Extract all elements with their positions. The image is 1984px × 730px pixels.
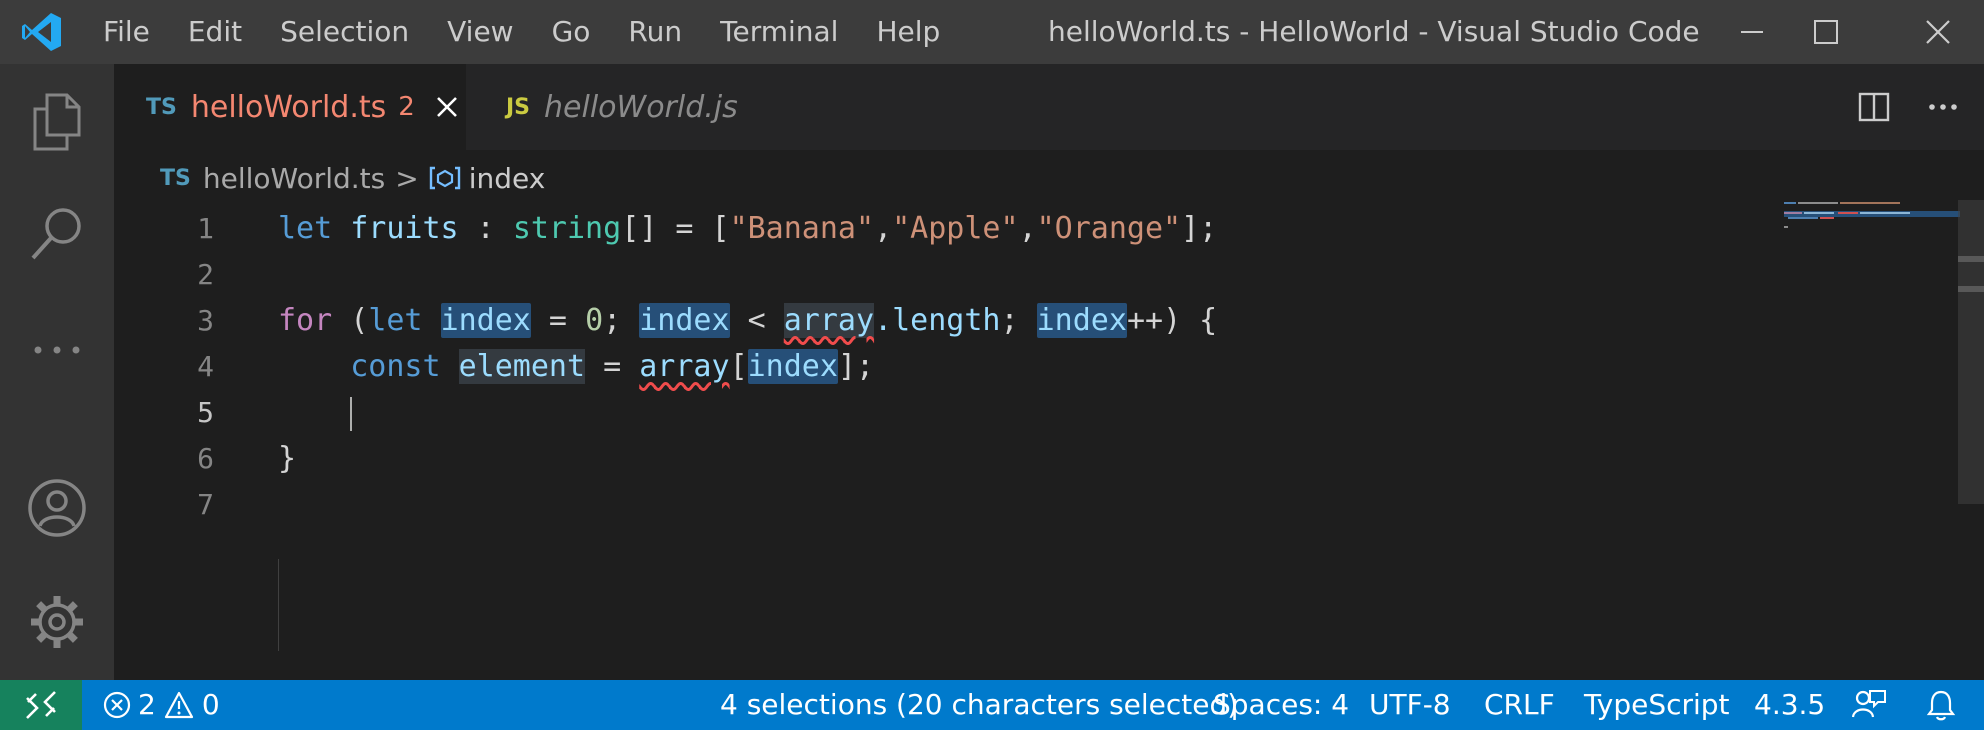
breadcrumb-file[interactable]: helloWorld.ts (203, 162, 385, 195)
breadcrumb-separator: > (395, 161, 419, 195)
code-line: 6 } (114, 436, 1874, 482)
feedback-icon[interactable] (1852, 680, 1886, 730)
typescript-version[interactable]: 4.3.5 (1754, 680, 1825, 730)
more-icon[interactable] (0, 300, 114, 400)
editor-actions (1858, 64, 1984, 150)
selection-status[interactable]: 4 selections (20 characters selected) (720, 680, 1238, 730)
selection-highlight: index (639, 303, 730, 338)
scrollbar-marker (1958, 286, 1984, 292)
title-bar: File Edit Selection View Go Run Terminal… (0, 0, 1984, 64)
text-cursor (350, 396, 353, 431)
menu-view[interactable]: View (428, 0, 532, 64)
javascript-file-icon: JS (506, 94, 531, 120)
warning-count: 0 (201, 688, 220, 721)
settings-gear-icon[interactable] (0, 572, 114, 672)
menu-terminal[interactable]: Terminal (701, 0, 857, 64)
menu-selection[interactable]: Selection (261, 0, 428, 64)
line-number: 2 (197, 258, 214, 291)
tab-title: helloWorld.ts (190, 89, 387, 125)
typescript-file-icon: TS (160, 165, 191, 191)
line-number: 3 (197, 304, 214, 337)
close-icon[interactable] (1898, 0, 1978, 64)
code-line: 5 (114, 390, 1874, 436)
code-line: 2 (114, 252, 1874, 298)
status-bar: 2 0 4 selections (20 characters selected… (0, 680, 1984, 730)
breadcrumb: TS helloWorld.ts > index (160, 150, 545, 206)
line-number: 6 (197, 442, 214, 475)
explorer-icon[interactable] (0, 72, 114, 172)
minimap[interactable] (1784, 200, 1960, 240)
code-text: for (let index = 0; index < array.length… (278, 303, 1218, 338)
error-squiggle: array (639, 349, 730, 384)
split-editor-icon[interactable] (1858, 92, 1890, 122)
menu-bar: File Edit Selection View Go Run Terminal… (84, 0, 959, 64)
scrollbar-marker (1958, 256, 1984, 262)
error-icon (103, 691, 131, 719)
menu-file[interactable]: File (84, 0, 169, 64)
maximize-icon[interactable] (1786, 0, 1866, 64)
typescript-file-icon: TS (146, 94, 177, 120)
problems-badge: 2 (398, 92, 415, 122)
eol-status[interactable]: CRLF (1484, 680, 1555, 730)
problems-indicator[interactable]: 2 0 (102, 680, 220, 730)
encoding-status[interactable]: UTF-8 (1369, 680, 1451, 730)
remote-indicator-icon[interactable] (0, 680, 82, 730)
breadcrumb-symbol[interactable]: index (469, 162, 546, 195)
menu-edit[interactable]: Edit (169, 0, 261, 64)
code-text (278, 390, 353, 436)
tab-close-icon[interactable] (435, 95, 459, 119)
activity-bar (0, 64, 114, 680)
code-line: 3 for (let index = 0; index < array.leng… (114, 298, 1874, 344)
search-icon[interactable] (0, 184, 114, 284)
code-text: const element = array[index]; (350, 349, 875, 384)
menu-run[interactable]: Run (609, 0, 701, 64)
code-line: 1 let fruits : string[] = ["Banana","App… (114, 206, 1874, 252)
error-count: 2 (138, 688, 156, 721)
variable-symbol-icon (429, 165, 461, 191)
indentation-status[interactable]: Spaces: 4 (1213, 680, 1349, 730)
warning-icon (164, 691, 193, 719)
code-line: 4 const element = array[index]; (114, 344, 1874, 390)
line-number: 7 (197, 488, 214, 521)
more-actions-icon[interactable] (1928, 103, 1958, 111)
minimize-icon[interactable] (1712, 0, 1792, 64)
selection-highlight: index (440, 303, 531, 338)
accounts-icon[interactable] (0, 458, 114, 558)
code-editor[interactable]: 1 let fruits : string[] = ["Banana","App… (114, 206, 1984, 680)
line-number: 5 (197, 396, 214, 429)
language-mode[interactable]: TypeScript (1584, 680, 1730, 730)
code-line: 7 (114, 482, 1874, 528)
line-number: 1 (197, 212, 214, 245)
menu-go[interactable]: Go (533, 0, 610, 64)
tab-title: helloWorld.js (544, 89, 738, 125)
error-squiggle: array (783, 303, 875, 338)
editor-tabs: TS helloWorld.ts 2 JS helloWorld.js (114, 64, 1984, 150)
word-highlight: element (458, 349, 586, 384)
notifications-bell-icon[interactable] (1926, 680, 1956, 730)
vscode-logo-icon[interactable] (0, 0, 84, 64)
line-number: 4 (197, 350, 214, 383)
window-title: helloWorld.ts - HelloWorld - Visual Stud… (1048, 15, 1700, 48)
vertical-scrollbar[interactable] (1958, 200, 1984, 504)
selection-highlight: index (747, 349, 838, 384)
indent-guide (278, 559, 279, 651)
tab-hello-world-js[interactable]: JS helloWorld.js (466, 64, 756, 150)
code-text: } (278, 441, 297, 476)
code-text: let fruits : string[] = ["Banana","Apple… (278, 211, 1218, 246)
selection-highlight: index (1036, 303, 1127, 338)
menu-help[interactable]: Help (857, 0, 959, 64)
tab-hello-world-ts[interactable]: TS helloWorld.ts 2 (114, 64, 466, 150)
